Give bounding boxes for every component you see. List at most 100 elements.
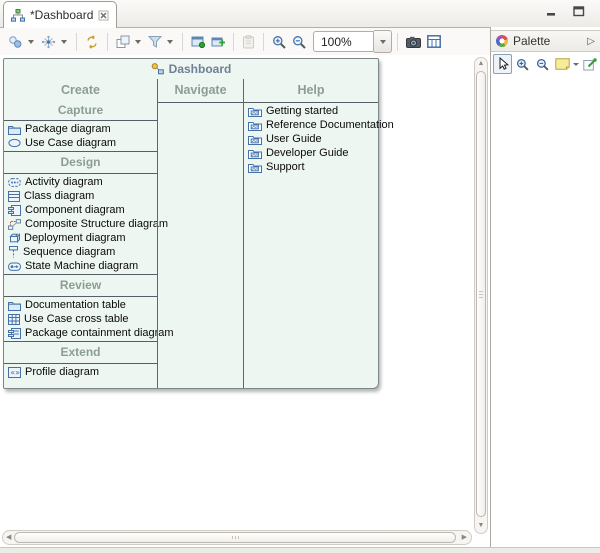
dropdown-arrow-icon[interactable] xyxy=(28,40,34,47)
display-elements-icon[interactable] xyxy=(5,31,26,53)
composite-structure-diagram-icon xyxy=(8,219,21,230)
dashboard-item-documentation-table[interactable]: Documentation table xyxy=(4,298,157,312)
component-diagram-icon xyxy=(8,205,21,216)
dropdown-arrow-icon[interactable] xyxy=(61,40,67,47)
sync-icon[interactable] xyxy=(82,31,102,53)
dashboard-item-component-diagram[interactable]: Component diagram xyxy=(4,203,157,217)
dashboard-item-activity-diagram[interactable]: Activity diagram xyxy=(4,175,157,189)
dashboard-item-package-containment-diagram[interactable]: Package containment diagram xyxy=(4,326,157,340)
zoom-level-dropdown[interactable] xyxy=(374,30,392,53)
toolbar-separator xyxy=(263,33,264,51)
dashboard-item-profile-diagram[interactable]: «» Profile diagram xyxy=(4,365,157,379)
class-diagram-icon xyxy=(8,191,20,202)
zoom-out-icon[interactable] xyxy=(289,31,309,53)
toolbar-separator xyxy=(397,33,398,51)
diagram-toolbar: 100% xyxy=(0,28,495,55)
filter-icon[interactable] xyxy=(145,31,165,53)
dropdown-arrow-icon[interactable] xyxy=(573,63,579,69)
scroll-up-icon[interactable]: ▲ xyxy=(475,58,487,70)
copy-appearance-icon[interactable] xyxy=(113,31,133,53)
dropdown-arrow-icon[interactable] xyxy=(167,40,173,47)
maximize-icon[interactable] xyxy=(573,6,585,17)
section-title: Design xyxy=(4,153,157,172)
dashboard-icon xyxy=(151,63,164,75)
item-label: Documentation table xyxy=(25,299,126,311)
zoom-out-icon xyxy=(536,58,549,71)
help-folder-icon xyxy=(248,106,262,117)
help-item-user-guide[interactable]: User Guide xyxy=(244,132,378,146)
toolbar-separator xyxy=(76,33,77,51)
new-diagram-icon xyxy=(583,58,597,71)
crosstable-icon xyxy=(8,314,20,325)
note-tool[interactable] xyxy=(553,54,572,74)
help-item-reference-documentation[interactable]: Reference Documentation xyxy=(244,118,378,132)
close-icon[interactable] xyxy=(98,10,109,21)
item-label: Support xyxy=(266,161,305,173)
open-view-icon[interactable] xyxy=(188,31,208,53)
item-label: Profile diagram xyxy=(25,366,99,378)
sequence-diagram-icon xyxy=(8,246,19,258)
item-label: Use Case diagram xyxy=(25,137,116,149)
zoom-out-tool[interactable] xyxy=(533,54,552,74)
section-title: Review xyxy=(4,276,157,295)
select-cursor-tool[interactable] xyxy=(493,54,512,74)
collapse-arrow-icon[interactable]: ▷ xyxy=(587,36,595,47)
scroll-left-icon[interactable]: ◀ xyxy=(6,531,11,544)
item-label: Use Case cross table xyxy=(24,313,129,325)
divider xyxy=(4,296,157,297)
horizontal-scrollbar[interactable]: ◀ ▶ xyxy=(2,530,472,545)
palette-header[interactable]: Palette ▷ xyxy=(491,30,600,52)
item-label: Getting started xyxy=(266,105,338,117)
help-folder-icon xyxy=(248,162,262,173)
zoom-in-icon[interactable] xyxy=(269,31,289,53)
documentation-table-icon xyxy=(8,300,21,311)
diagram-canvas[interactable]: Dashboard Create Capture Package diagram… xyxy=(0,55,474,530)
dashboard-item-class-diagram[interactable]: Class diagram xyxy=(4,189,157,203)
divider xyxy=(4,173,157,174)
dashboard-item-sequence-diagram[interactable]: Sequence diagram xyxy=(4,245,157,259)
divider xyxy=(244,102,378,103)
item-label: User Guide xyxy=(266,133,322,145)
scroll-right-icon[interactable]: ▶ xyxy=(462,531,467,544)
dashboard-item-deployment-diagram[interactable]: Deployment diagram xyxy=(4,231,157,245)
vertical-scrollbar[interactable]: ▲ ▼ xyxy=(474,57,488,534)
toolbar-separator xyxy=(233,33,234,51)
package-diagram-icon xyxy=(8,124,21,135)
toolbar-separator xyxy=(182,33,183,51)
divider xyxy=(4,341,157,342)
divider xyxy=(158,102,243,103)
dropdown-arrow-icon xyxy=(380,40,386,47)
dashboard-column-help: Help Getting started Reference Documenta… xyxy=(244,79,378,388)
containment-diagram-icon xyxy=(8,328,21,339)
column-header: Help xyxy=(244,79,378,101)
item-label: Activity diagram xyxy=(25,176,103,188)
dashboard-item-usecase-diagram[interactable]: Use Case diagram xyxy=(4,136,157,150)
item-label: Deployment diagram xyxy=(24,232,126,244)
vertical-scrollbar-thumb[interactable] xyxy=(476,71,486,517)
grid-view-icon[interactable] xyxy=(424,31,444,53)
zoom-in-tool[interactable] xyxy=(513,54,532,74)
create-diagram-tool[interactable] xyxy=(580,54,599,74)
zoom-level-input[interactable]: 100% xyxy=(313,31,374,52)
dropdown-arrow-icon[interactable] xyxy=(135,40,141,47)
help-item-developer-guide[interactable]: Developer Guide xyxy=(244,146,378,160)
scroll-down-icon[interactable]: ▼ xyxy=(475,520,487,532)
dashboard-item-composite-structure-diagram[interactable]: Composite Structure diagram xyxy=(4,217,157,231)
svg-text:«»: «» xyxy=(10,368,20,377)
application-window: *Dashboard xyxy=(0,0,600,553)
new-view-icon[interactable] xyxy=(208,31,228,53)
arrange-graph-icon[interactable] xyxy=(38,31,59,53)
zoom-level-value: 100% xyxy=(321,35,352,49)
snapshot-icon[interactable] xyxy=(403,31,424,53)
section-title: Capture xyxy=(4,101,157,119)
tab-dashboard[interactable]: *Dashboard xyxy=(3,1,117,28)
minimize-icon[interactable] xyxy=(546,7,557,17)
help-item-getting-started[interactable]: Getting started xyxy=(244,104,378,118)
horizontal-scrollbar-thumb[interactable] xyxy=(14,532,456,543)
dashboard-item-statemachine-diagram[interactable]: State Machine diagram xyxy=(4,259,157,273)
dashboard-item-usecase-cross-table[interactable]: Use Case cross table xyxy=(4,312,157,326)
dashboard-item-package-diagram[interactable]: Package diagram xyxy=(4,122,157,136)
tab-label: *Dashboard xyxy=(30,8,93,22)
help-item-support[interactable]: Support xyxy=(244,160,378,174)
item-label: Class diagram xyxy=(24,190,94,202)
